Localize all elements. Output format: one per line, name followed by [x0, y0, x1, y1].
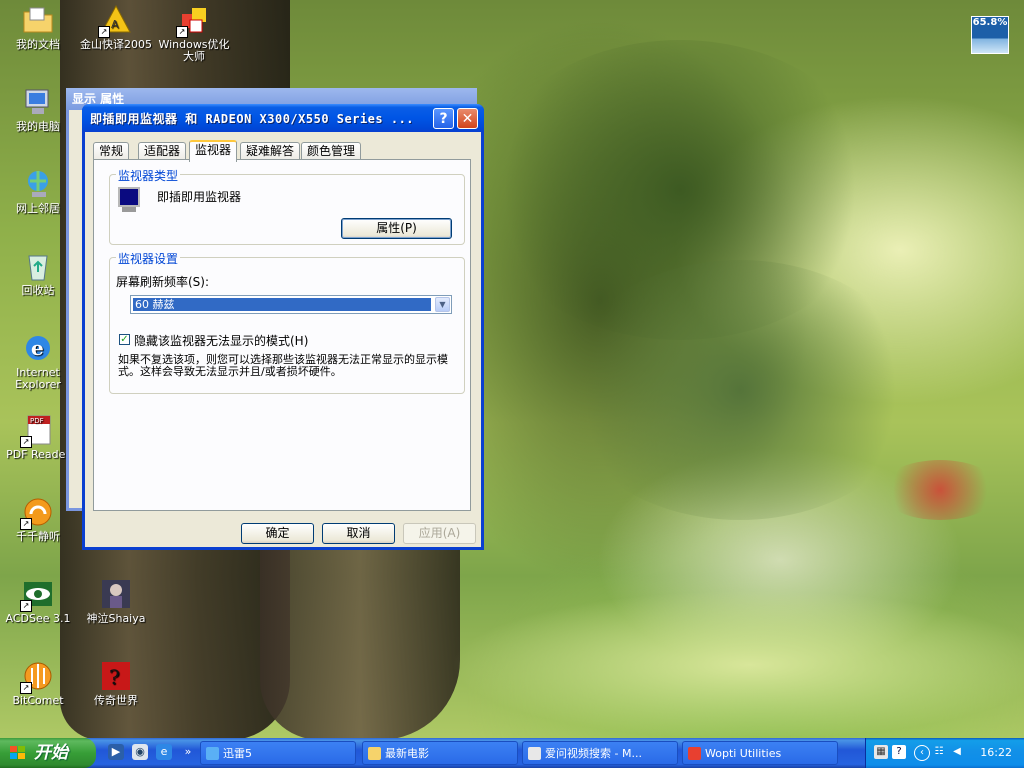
- chevron-down-icon[interactable]: ▼: [435, 297, 450, 312]
- help-icon: ?: [439, 111, 448, 127]
- task-button-movies[interactable]: 最新电影: [362, 741, 518, 765]
- chevron-left-icon[interactable]: ‹: [914, 745, 930, 761]
- dialog-titlebar[interactable]: 即插即用监视器 和 RADEON X300/X550 Series ... ? …: [82, 104, 484, 132]
- system-tray: ▦ ? ‹ ☷ ◀ 16:22: [865, 738, 1024, 768]
- volume-tray-icon[interactable]: ◀: [950, 745, 964, 759]
- task-button-wopti[interactable]: Wopti Utilities: [682, 741, 838, 765]
- desktop-icon-my-computer[interactable]: 我的电脑: [0, 86, 76, 133]
- help-tray-icon[interactable]: ?: [892, 745, 906, 759]
- pdf-icon: PDF ↗: [20, 414, 54, 448]
- acdsee-icon: ↗: [20, 578, 54, 612]
- hide-modes-description: 如果不复选该项，则您可以选择那些该监视器无法正常显示的显示模式。这样会导致无法显…: [118, 353, 448, 378]
- optimizer-icon: [688, 747, 701, 760]
- dialog-title: 即插即用监视器 和 RADEON X300/X550 Series ...: [90, 112, 415, 126]
- tab-panel-monitor: 监视器类型 即插即用监视器 属性(P) 监视器设置 屏幕刷新频率(S): 60 …: [93, 159, 471, 511]
- desktop-icon-network[interactable]: 网上邻居: [0, 168, 76, 215]
- desktop-icon-optimizer[interactable]: ↗ Windows优化大师: [156, 4, 232, 63]
- apply-button[interactable]: 应用(A): [403, 523, 476, 544]
- foliage: [560, 260, 920, 520]
- shortcut-arrow-icon: ↗: [20, 518, 32, 530]
- svg-text:?: ?: [109, 665, 120, 689]
- cancel-button[interactable]: 取消: [322, 523, 395, 544]
- shortcut-arrow-icon: ↗: [20, 682, 32, 694]
- computer-icon: [22, 86, 54, 118]
- desktop-icon-kingsoft[interactable]: A ↗ 金山快译2005: [78, 4, 154, 51]
- close-button[interactable]: ✕: [457, 108, 478, 129]
- monitor-settings-legend: 监视器设置: [116, 250, 181, 267]
- refresh-rate-value: 60 赫兹: [133, 298, 431, 311]
- foliage: [880, 460, 1000, 520]
- game-red-icon: ?: [100, 660, 132, 692]
- help-button[interactable]: ?: [433, 108, 454, 129]
- desktop-icon-shaiya[interactable]: 神泣Shaiya: [78, 578, 154, 625]
- tab-adapter[interactable]: 适配器: [138, 142, 187, 160]
- hide-modes-checkbox[interactable]: ✓: [119, 334, 130, 345]
- desktop-icon-ttplayer[interactable]: ↗ 千千静听: [0, 496, 76, 543]
- svg-text:A: A: [111, 18, 119, 31]
- tab-color-management[interactable]: 颜色管理: [301, 142, 362, 160]
- bitcomet-icon: ↗: [20, 660, 54, 694]
- tab-troubleshoot[interactable]: 疑难解答: [240, 142, 301, 160]
- clock: 16:22: [980, 746, 1012, 759]
- refresh-rate-label: 屏幕刷新频率(S):: [116, 275, 210, 289]
- pond: [450, 590, 1024, 740]
- network-tray-icon[interactable]: ☷: [932, 745, 946, 759]
- music-player-icon: ↗: [20, 496, 54, 530]
- tab-general[interactable]: 常规: [93, 142, 130, 160]
- network-icon: [22, 168, 54, 200]
- taskbar: 开始 ▶ ◉ e » 迅雷5 最新电影 爱问视频搜索 - M... Wopti …: [0, 738, 1024, 768]
- optimizer-icon: ↗: [176, 4, 210, 38]
- start-label: 开始: [34, 743, 68, 763]
- cd-quicklaunch-icon[interactable]: ◉: [132, 744, 148, 760]
- media-player-quicklaunch-icon[interactable]: ▶: [108, 744, 124, 760]
- keyboard-tray-icon[interactable]: ▦: [874, 745, 888, 759]
- task-button-video-search[interactable]: 爱问视频搜索 - M...: [522, 741, 678, 765]
- windows-logo-icon: [10, 746, 26, 760]
- kingsoft-icon: A ↗: [98, 4, 132, 38]
- monitor-properties-button[interactable]: 属性(P): [341, 218, 452, 239]
- monitor-settings-group: 监视器设置 屏幕刷新频率(S): 60 赫兹 ▼ ✓ 隐藏该监视器无法显示的模式…: [109, 250, 465, 394]
- desktop-icon-my-documents[interactable]: 我的文档: [0, 4, 76, 51]
- svg-text:PDF: PDF: [30, 417, 44, 425]
- refresh-rate-select[interactable]: 60 赫兹 ▼: [130, 295, 452, 314]
- shortcut-arrow-icon: ↗: [20, 600, 32, 612]
- desktop-icon-ie[interactable]: e Internet Explorer: [0, 332, 76, 391]
- recycle-bin-icon: [22, 250, 54, 282]
- browser-icon: [528, 747, 541, 760]
- monitor-properties-dialog: 即插即用监视器 和 RADEON X300/X550 Series ... ? …: [82, 104, 484, 550]
- game-icon: [100, 578, 132, 610]
- expand-quicklaunch-icon[interactable]: »: [180, 744, 196, 760]
- monitor-name: 即插即用监视器: [157, 190, 242, 204]
- shortcut-arrow-icon: ↗: [176, 26, 188, 38]
- desktop-icon-recycle-bin[interactable]: 回收站: [0, 250, 76, 297]
- close-icon: ✕: [461, 111, 474, 127]
- desktop-icon-pdf-reader[interactable]: PDF ↗ PDF Reader: [0, 414, 76, 461]
- shortcut-arrow-icon: ↗: [20, 436, 32, 448]
- task-button-thunder[interactable]: 迅雷5: [200, 741, 356, 765]
- folder-icon: [22, 4, 54, 36]
- shortcut-arrow-icon: ↗: [98, 26, 110, 38]
- desktop-icon-legend-world[interactable]: ? 传奇世界: [78, 660, 154, 707]
- monitor-type-legend: 监视器类型: [116, 167, 181, 184]
- ie-quicklaunch-icon[interactable]: e: [156, 744, 172, 760]
- monitor-type-group: 监视器类型 即插即用监视器 属性(P): [109, 167, 465, 245]
- start-button[interactable]: 开始: [0, 738, 96, 768]
- thunder-icon: [206, 747, 219, 760]
- usage-meter-value: 65.8%: [972, 17, 1008, 28]
- svg-text:e: e: [31, 336, 44, 360]
- folder-icon: [368, 747, 381, 760]
- usage-meter-widget[interactable]: 65.8%: [971, 16, 1009, 54]
- tab-monitor[interactable]: 监视器: [189, 140, 238, 162]
- desktop-icon-bitcomet[interactable]: ↗ BitComet: [0, 660, 76, 707]
- ie-icon: e: [22, 332, 54, 364]
- hide-modes-label[interactable]: 隐藏该监视器无法显示的模式(H): [134, 332, 308, 349]
- desktop-icon-acdsee[interactable]: ↗ ACDSee 3.1: [0, 578, 76, 625]
- ok-button[interactable]: 确定: [241, 523, 314, 544]
